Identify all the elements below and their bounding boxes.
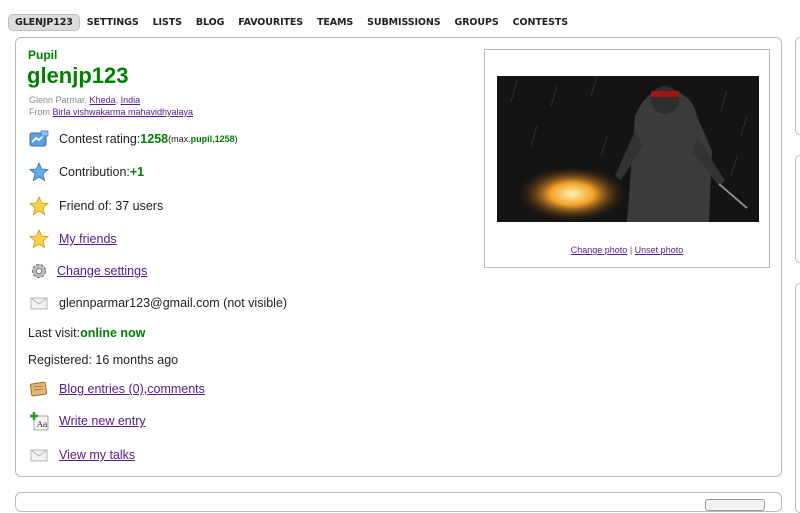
profile-photo-box: Change photo | Unset photo [484,49,770,268]
user-rank: Pupil [28,48,58,62]
comments-link[interactable]: comments [147,382,205,396]
envelope-icon [28,445,50,465]
country-link[interactable]: India [121,95,141,105]
blue-star-icon [28,162,50,182]
change-photo-link[interactable]: Change photo [571,245,628,255]
blog-entries-link[interactable]: Blog entries (0) [59,382,144,396]
nav-tab-groups[interactable]: GROUPS [448,14,506,31]
write-new-entry-link[interactable]: Write new entry [59,414,146,428]
max-rating-suffix: ) [234,134,238,144]
city-link[interactable]: Kheda [90,95,116,105]
rating-label: Contest rating: [59,132,141,146]
my-friends-link[interactable]: My friends [59,232,117,246]
envelope-icon [28,293,50,313]
gold-star-icon [28,196,50,216]
blog-entries-row: Blog entries (0), comments [28,379,205,399]
registered-row: Registered: 16 months ago [28,353,178,367]
friend-of-row: Friend of: 37 users [28,196,163,216]
notebook-icon [28,379,50,399]
nav-tab-teams[interactable]: TEAMS [310,14,360,31]
gold-star-icon [28,229,50,249]
email-row: glennparmar123@gmail.com (not visible) [28,293,287,313]
email-text: glennparmar123@gmail.com (not visible) [59,296,288,310]
last-visit-row: Last visit: online now [28,326,145,340]
rating-chart-icon [28,129,50,149]
user-organization: From Birla vishwakarma mahavidhyalaya [29,107,193,117]
unset-photo-link[interactable]: Unset photo [635,245,684,255]
sidebar-box-edge [795,37,800,135]
user-fullname: Glenn Parmar, [29,95,90,105]
from-label: From [29,107,53,117]
nav-tab-contests[interactable]: CONTESTS [506,14,575,31]
organization-link[interactable]: Birla vishwakarma mahavidhyalaya [53,107,194,117]
my-friends-row: My friends [28,229,117,249]
change-settings-row: Change settings [28,261,147,281]
secondary-card-button[interactable] [705,499,765,511]
max-rank: pupil [190,134,213,144]
photo-actions: Change photo | Unset photo [485,245,769,255]
contest-rating-row: Contest rating: 1258 (max. pupil, 1258) [28,129,238,149]
nav-tab-blog[interactable]: BLOG [189,14,231,31]
top-navigation: GLENJP123 SETTINGS LISTS BLOG FAVOURITES… [8,13,575,31]
nav-tab-favourites[interactable]: FAVOURITES [231,14,310,31]
nav-tab-submissions[interactable]: SUBMISSIONS [360,14,447,31]
last-visit-label: Last visit: [28,326,81,340]
nav-tab-lists[interactable]: LISTS [146,14,189,31]
contribution-row: Contribution: +1 [28,162,144,182]
gear-icon [28,261,50,281]
write-entry-row: Aa Write new entry [28,411,146,431]
user-name-location: Glenn Parmar, Kheda, India [29,95,140,105]
change-settings-link[interactable]: Change settings [57,264,147,278]
sidebar-box-edge [795,283,800,513]
profile-photo [497,75,759,222]
nav-tab-settings[interactable]: SETTINGS [80,14,146,31]
sidebar-box-edge [795,155,800,263]
last-visit-value: online now [80,326,146,340]
max-rating-prefix: (max. [168,134,191,144]
registered-text: Registered: 16 months ago [28,353,179,367]
view-talks-row: View my talks [28,445,135,465]
user-handle: glenjp123 [27,63,129,88]
secondary-card [15,492,782,512]
nav-tab-profile[interactable]: GLENJP123 [8,13,80,31]
max-rating-value: 1258 [214,134,235,144]
new-entry-icon: Aa [28,411,50,431]
contribution-value: +1 [129,165,145,179]
photo-links-divider: | [627,245,635,255]
friend-of-text: Friend of: 37 users [59,199,164,213]
view-my-talks-link[interactable]: View my talks [59,448,135,462]
svg-text:Aa: Aa [36,420,48,429]
rating-value: 1258 [140,132,169,146]
contribution-label: Contribution: [59,165,130,179]
